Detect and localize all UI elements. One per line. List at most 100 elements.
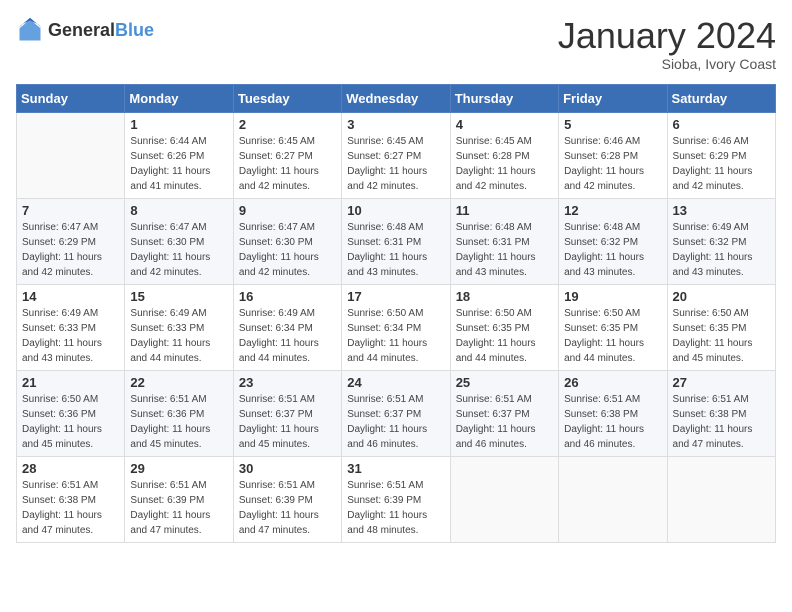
calendar-cell: 4Sunrise: 6:45 AMSunset: 6:28 PMDaylight…: [450, 112, 558, 198]
calendar-cell: 12 Sunrise: 6:48 AMSunset: 6:32 PMDayligh…: [559, 198, 667, 284]
day-number: 1: [130, 117, 227, 132]
header-sunday: Sunday: [17, 84, 125, 112]
day-number: 3: [347, 117, 444, 132]
day-number: 9: [239, 203, 336, 218]
logo-icon: [16, 16, 44, 44]
calendar-cell: 7 Sunrise: 6:47 AMSunset: 6:29 PMDaylight…: [17, 198, 125, 284]
logo-general: General: [48, 20, 115, 40]
day-info: Sunrise: 6:51 AMSunset: 6:39 PMDaylight:…: [347, 478, 444, 538]
calendar-cell: 1Sunrise: 6:44 AMSunset: 6:26 PMDaylight…: [125, 112, 233, 198]
day-info: Sunrise: 6:49 AMSunset: 6:34 PMDaylight:…: [239, 306, 336, 366]
calendar-cell: 10Sunrise: 6:48 AMSunset: 6:31 PMDayligh…: [342, 198, 450, 284]
logo: GeneralBlue: [16, 16, 154, 44]
day-info: Sunrise: 6:50 AMSunset: 6:34 PMDaylight:…: [347, 306, 444, 366]
calendar-cell: 21 Sunrise: 6:50 AMSunset: 6:36 PMDayligh…: [17, 370, 125, 456]
calendar-cell: [559, 456, 667, 542]
calendar-table: SundayMondayTuesdayWednesdayThursdayFrid…: [16, 84, 776, 543]
calendar-week-row: 21 Sunrise: 6:50 AMSunset: 6:36 PMDayligh…: [17, 370, 776, 456]
calendar-cell: 9 Sunrise: 6:47 AMSunset: 6:30 PMDaylight…: [233, 198, 341, 284]
day-number: 16: [239, 289, 336, 304]
calendar-cell: 26 Sunrise: 6:51 AMSunset: 6:38 PMDayligh…: [559, 370, 667, 456]
day-number: 5: [564, 117, 661, 132]
calendar-week-row: 7 Sunrise: 6:47 AMSunset: 6:29 PMDaylight…: [17, 198, 776, 284]
calendar-cell: 28 Sunrise: 6:51 AMSunset: 6:38 PMDayligh…: [17, 456, 125, 542]
day-info: Sunrise: 6:51 AMSunset: 6:39 PMDaylight:…: [239, 478, 336, 538]
month-title: January 2024: [558, 16, 776, 56]
day-number: 7: [22, 203, 119, 218]
day-info: Sunrise: 6:51 AMSunset: 6:37 PMDaylight:…: [347, 392, 444, 452]
day-number: 13: [673, 203, 770, 218]
calendar-cell: 6Sunrise: 6:46 AMSunset: 6:29 PMDaylight…: [667, 112, 775, 198]
calendar-cell: 22 Sunrise: 6:51 AMSunset: 6:36 PMDayligh…: [125, 370, 233, 456]
calendar-cell: 31 Sunrise: 6:51 AMSunset: 6:39 PMDayligh…: [342, 456, 450, 542]
header-thursday: Thursday: [450, 84, 558, 112]
title-block: January 2024 Sioba, Ivory Coast: [558, 16, 776, 72]
day-number: 2: [239, 117, 336, 132]
day-number: 15: [130, 289, 227, 304]
calendar-cell: 20 Sunrise: 6:50 AMSunset: 6:35 PMDayligh…: [667, 284, 775, 370]
location-subtitle: Sioba, Ivory Coast: [558, 56, 776, 72]
calendar-week-row: 28 Sunrise: 6:51 AMSunset: 6:38 PMDayligh…: [17, 456, 776, 542]
day-number: 11: [456, 203, 553, 218]
day-number: 18: [456, 289, 553, 304]
day-number: 19: [564, 289, 661, 304]
header-friday: Friday: [559, 84, 667, 112]
calendar-cell: 13 Sunrise: 6:49 AMSunset: 6:32 PMDayligh…: [667, 198, 775, 284]
day-number: 30: [239, 461, 336, 476]
day-info: Sunrise: 6:47 AMSunset: 6:30 PMDaylight:…: [239, 220, 336, 280]
day-number: 4: [456, 117, 553, 132]
day-info: Sunrise: 6:49 AMSunset: 6:32 PMDaylight:…: [673, 220, 770, 280]
calendar-cell: 16 Sunrise: 6:49 AMSunset: 6:34 PMDayligh…: [233, 284, 341, 370]
day-info: Sunrise: 6:48 AMSunset: 6:32 PMDaylight:…: [564, 220, 661, 280]
page-header: GeneralBlue January 2024 Sioba, Ivory Co…: [16, 16, 776, 72]
day-number: 31: [347, 461, 444, 476]
header-monday: Monday: [125, 84, 233, 112]
day-info: Sunrise: 6:51 AMSunset: 6:39 PMDaylight:…: [130, 478, 227, 538]
day-number: 24: [347, 375, 444, 390]
day-number: 17: [347, 289, 444, 304]
calendar-cell: 27Sunrise: 6:51 AMSunset: 6:38 PMDayligh…: [667, 370, 775, 456]
day-number: 20: [673, 289, 770, 304]
day-number: 22: [130, 375, 227, 390]
day-number: 26: [564, 375, 661, 390]
calendar-week-row: 14Sunrise: 6:49 AMSunset: 6:33 PMDayligh…: [17, 284, 776, 370]
day-number: 6: [673, 117, 770, 132]
calendar-cell: 24 Sunrise: 6:51 AMSunset: 6:37 PMDayligh…: [342, 370, 450, 456]
header-tuesday: Tuesday: [233, 84, 341, 112]
calendar-cell: 15Sunrise: 6:49 AMSunset: 6:33 PMDayligh…: [125, 284, 233, 370]
day-info: Sunrise: 6:49 AMSunset: 6:33 PMDaylight:…: [22, 306, 119, 366]
day-number: 28: [22, 461, 119, 476]
day-info: Sunrise: 6:50 AMSunset: 6:35 PMDaylight:…: [673, 306, 770, 366]
logo-text: GeneralBlue: [48, 20, 154, 41]
day-info: Sunrise: 6:51 AMSunset: 6:38 PMDaylight:…: [673, 392, 770, 452]
calendar-cell: 8Sunrise: 6:47 AMSunset: 6:30 PMDaylight…: [125, 198, 233, 284]
calendar-cell: [17, 112, 125, 198]
calendar-cell: 19 Sunrise: 6:50 AMSunset: 6:35 PMDayligh…: [559, 284, 667, 370]
day-number: 8: [130, 203, 227, 218]
calendar-cell: 23Sunrise: 6:51 AMSunset: 6:37 PMDayligh…: [233, 370, 341, 456]
day-info: Sunrise: 6:47 AMSunset: 6:29 PMDaylight:…: [22, 220, 119, 280]
calendar-header-row: SundayMondayTuesdayWednesdayThursdayFrid…: [17, 84, 776, 112]
day-info: Sunrise: 6:45 AMSunset: 6:27 PMDaylight:…: [239, 134, 336, 194]
day-info: Sunrise: 6:51 AMSunset: 6:38 PMDaylight:…: [564, 392, 661, 452]
day-info: Sunrise: 6:50 AMSunset: 6:35 PMDaylight:…: [564, 306, 661, 366]
day-info: Sunrise: 6:50 AMSunset: 6:35 PMDaylight:…: [456, 306, 553, 366]
day-number: 21: [22, 375, 119, 390]
day-info: Sunrise: 6:51 AMSunset: 6:37 PMDaylight:…: [239, 392, 336, 452]
calendar-cell: 2 Sunrise: 6:45 AMSunset: 6:27 PMDaylight…: [233, 112, 341, 198]
day-info: Sunrise: 6:51 AMSunset: 6:36 PMDaylight:…: [130, 392, 227, 452]
calendar-cell: 25Sunrise: 6:51 AMSunset: 6:37 PMDayligh…: [450, 370, 558, 456]
header-saturday: Saturday: [667, 84, 775, 112]
header-wednesday: Wednesday: [342, 84, 450, 112]
logo-blue: Blue: [115, 20, 154, 40]
calendar-cell: 11Sunrise: 6:48 AMSunset: 6:31 PMDayligh…: [450, 198, 558, 284]
calendar-cell: 3 Sunrise: 6:45 AMSunset: 6:27 PMDaylight…: [342, 112, 450, 198]
day-info: Sunrise: 6:51 AMSunset: 6:38 PMDaylight:…: [22, 478, 119, 538]
day-info: Sunrise: 6:45 AMSunset: 6:27 PMDaylight:…: [347, 134, 444, 194]
calendar-cell: [667, 456, 775, 542]
day-number: 10: [347, 203, 444, 218]
calendar-week-row: 1Sunrise: 6:44 AMSunset: 6:26 PMDaylight…: [17, 112, 776, 198]
day-info: Sunrise: 6:50 AMSunset: 6:36 PMDaylight:…: [22, 392, 119, 452]
day-info: Sunrise: 6:46 AMSunset: 6:28 PMDaylight:…: [564, 134, 661, 194]
day-number: 12: [564, 203, 661, 218]
